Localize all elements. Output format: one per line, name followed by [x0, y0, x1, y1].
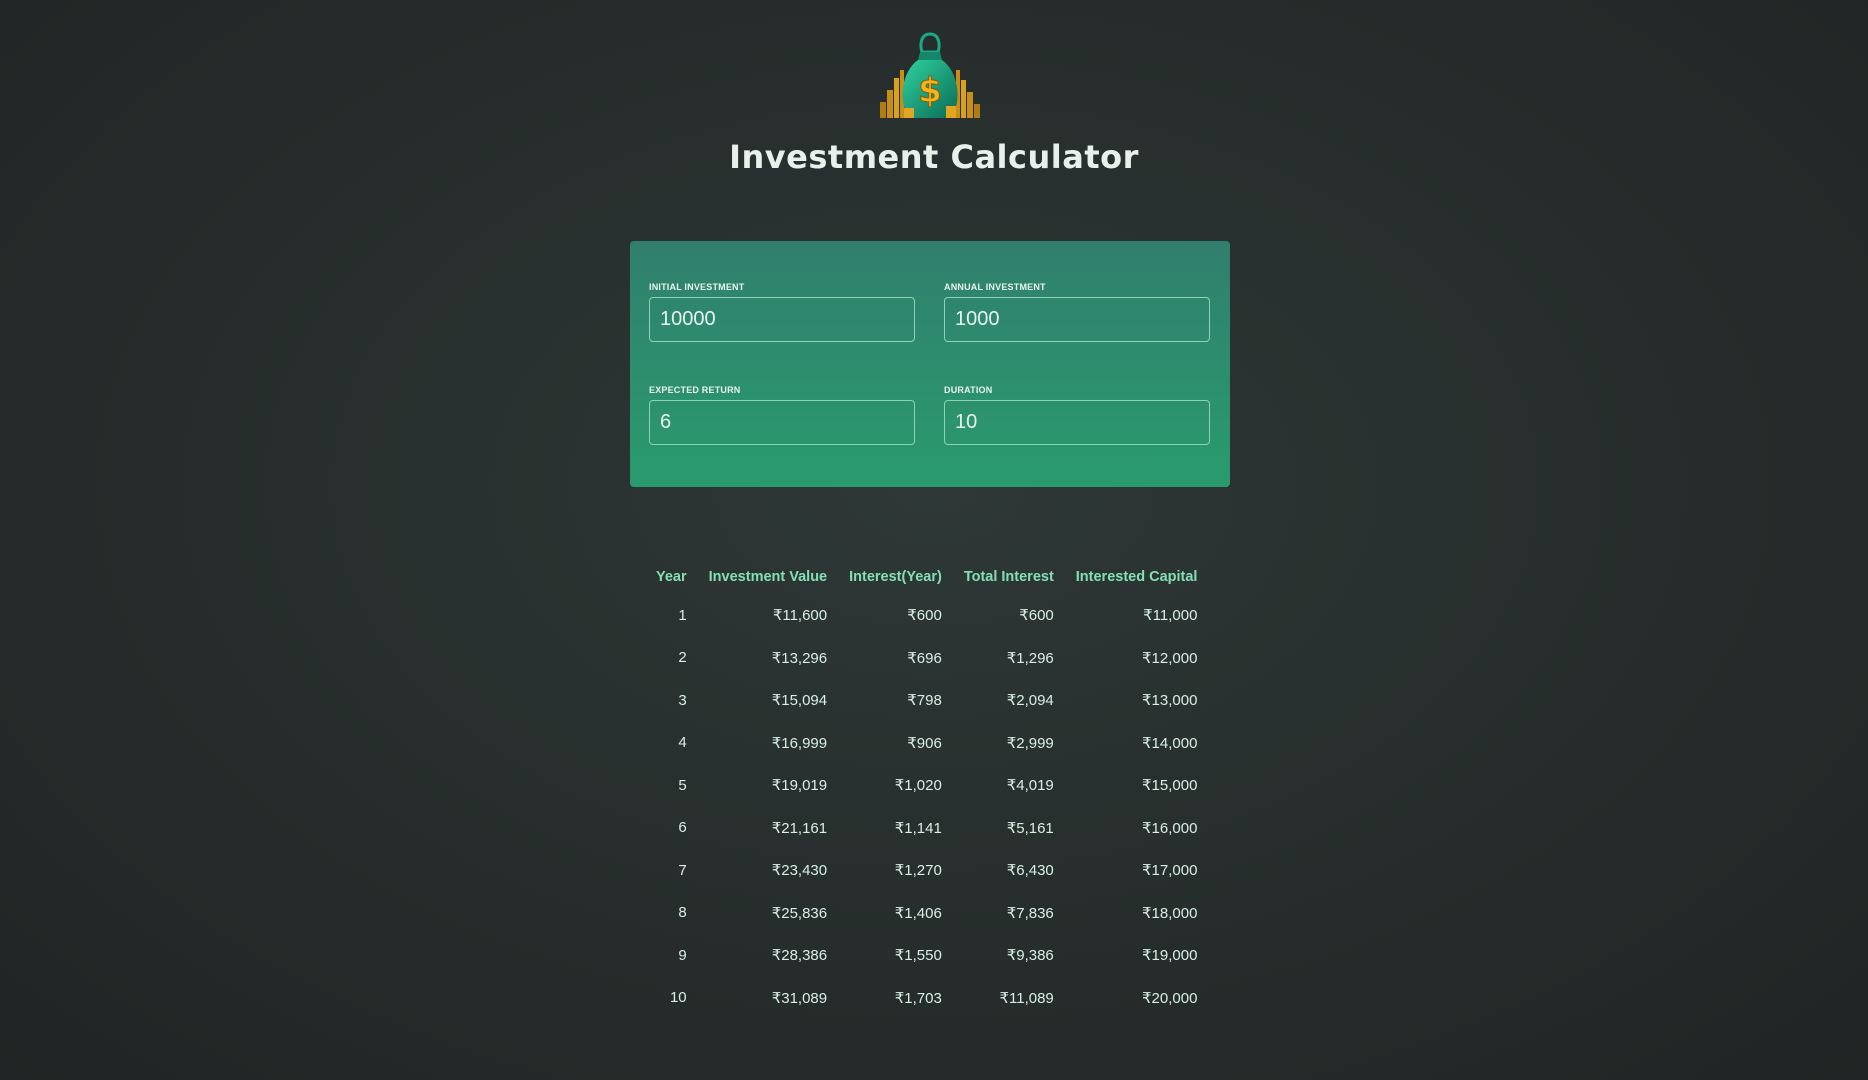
cell-year: 6: [678, 819, 687, 837]
cell-interest-year: ₹1,703: [894, 989, 942, 1007]
initial-investment-input[interactable]: [649, 297, 915, 342]
cell-year: 2: [678, 649, 687, 667]
table-row: 5 ₹19,019 ₹1,020 ₹4,019 ₹15,000: [645, 764, 1208, 807]
table-row: 2 ₹13,296 ₹696 ₹1,296 ₹12,000: [645, 637, 1208, 680]
cell-total-interest: ₹4,019: [1006, 777, 1054, 795]
cell-interest-year: ₹906: [907, 734, 942, 752]
cell-year: 5: [678, 776, 687, 794]
column-header-total-interest: Total Interest: [963, 569, 1054, 585]
input-panel: Initial Investment Annual Investment Exp…: [630, 241, 1230, 487]
cell-investment-value: ₹13,296: [771, 649, 828, 667]
cell-interest-year: ₹1,406: [894, 904, 942, 922]
cell-investment-value: ₹28,386: [771, 947, 828, 965]
cell-investment-value: ₹31,089: [771, 989, 828, 1007]
cell-interest-year: ₹1,141: [894, 819, 942, 837]
cell-interested-capital: ₹16,000: [1142, 819, 1198, 837]
cell-total-interest: ₹9,386: [1006, 947, 1054, 965]
cell-interested-capital: ₹19,000: [1142, 947, 1198, 965]
cell-investment-value: ₹11,600: [772, 607, 828, 625]
cell-total-interest: ₹1,296: [1006, 649, 1054, 667]
money-bag-icon: $: [880, 32, 980, 118]
table-row: 7 ₹23,430 ₹1,270 ₹6,430 ₹17,000: [645, 849, 1208, 892]
cell-interest-year: ₹1,550: [894, 947, 942, 965]
cell-total-interest: ₹6,430: [1006, 862, 1054, 880]
table-header-row: Year Investment Value Interest(Year) Tot…: [645, 560, 1208, 594]
table-row: 1 ₹11,600 ₹600 ₹600 ₹11,000: [645, 594, 1208, 637]
svg-text:$: $: [918, 71, 942, 111]
duration-group: Duration: [944, 385, 1210, 445]
annual-investment-group: Annual Investment: [944, 282, 1210, 342]
annual-investment-label: Annual Investment: [944, 282, 1046, 292]
cell-interest-year: ₹1,020: [894, 777, 942, 795]
cell-investment-value: ₹21,161: [771, 819, 828, 837]
table-row: 6 ₹21,161 ₹1,141 ₹5,161 ₹16,000: [645, 807, 1208, 850]
column-header-interested-capital: Interested Capital: [1075, 569, 1198, 585]
cell-investment-value: ₹23,430: [771, 862, 828, 880]
cell-year: 10: [669, 989, 687, 1007]
cell-year: 3: [678, 691, 687, 709]
page-title: Investment Calculator: [729, 138, 1139, 176]
table-row: 4 ₹16,999 ₹906 ₹2,999 ₹14,000: [645, 722, 1208, 765]
initial-investment-group: Initial Investment: [649, 282, 915, 342]
cell-total-interest: ₹7,836: [1006, 904, 1054, 922]
column-header-interest-year: Interest(Year): [849, 569, 942, 585]
table-row: 10 ₹31,089 ₹1,703 ₹11,089 ₹20,000: [645, 977, 1208, 1020]
cell-investment-value: ₹15,094: [771, 692, 828, 710]
expected-return-group: Expected Return: [649, 385, 915, 445]
table-row: 8 ₹25,836 ₹1,406 ₹7,836 ₹18,000: [645, 892, 1208, 935]
cell-year: 1: [678, 606, 687, 624]
cell-interested-capital: ₹20,000: [1142, 989, 1198, 1007]
cell-year: 8: [678, 904, 687, 922]
cell-interested-capital: ₹13,000: [1142, 692, 1198, 710]
cell-total-interest: ₹2,999: [1006, 734, 1054, 752]
cell-year: 7: [678, 861, 687, 879]
cell-interest-year: ₹696: [907, 649, 942, 667]
cell-interested-capital: ₹14,000: [1142, 734, 1198, 752]
cell-year: 4: [678, 734, 687, 752]
initial-investment-label: Initial Investment: [649, 282, 745, 292]
cell-interested-capital: ₹15,000: [1142, 777, 1198, 795]
cell-total-interest: ₹5,161: [1006, 819, 1054, 837]
cell-investment-value: ₹16,999: [771, 734, 828, 752]
expected-return-label: Expected Return: [649, 385, 741, 395]
cell-interested-capital: ₹12,000: [1142, 649, 1198, 667]
expected-return-input[interactable]: [649, 400, 915, 445]
cell-investment-value: ₹19,019: [771, 777, 828, 795]
duration-input[interactable]: [944, 400, 1210, 445]
cell-total-interest: ₹11,089: [999, 989, 1054, 1007]
cell-year: 9: [678, 946, 687, 964]
duration-label: Duration: [944, 385, 993, 395]
cell-interested-capital: ₹17,000: [1142, 862, 1198, 880]
cell-investment-value: ₹25,836: [771, 904, 828, 922]
results-table: Year Investment Value Interest(Year) Tot…: [645, 560, 1208, 1019]
column-header-investment-value: Investment Value: [708, 569, 828, 585]
table-row: 9 ₹28,386 ₹1,550 ₹9,386 ₹19,000: [645, 934, 1208, 977]
cell-interested-capital: ₹18,000: [1142, 904, 1198, 922]
cell-interest-year: ₹798: [907, 692, 942, 710]
cell-interest-year: ₹600: [907, 607, 942, 625]
annual-investment-input[interactable]: [944, 297, 1210, 342]
cell-total-interest: ₹2,094: [1006, 692, 1054, 710]
cell-interested-capital: ₹11,000: [1143, 607, 1198, 625]
column-header-year: Year: [656, 569, 687, 585]
table-row: 3 ₹15,094 ₹798 ₹2,094 ₹13,000: [645, 679, 1208, 722]
cell-interest-year: ₹1,270: [894, 862, 942, 880]
cell-total-interest: ₹600: [1019, 607, 1054, 625]
